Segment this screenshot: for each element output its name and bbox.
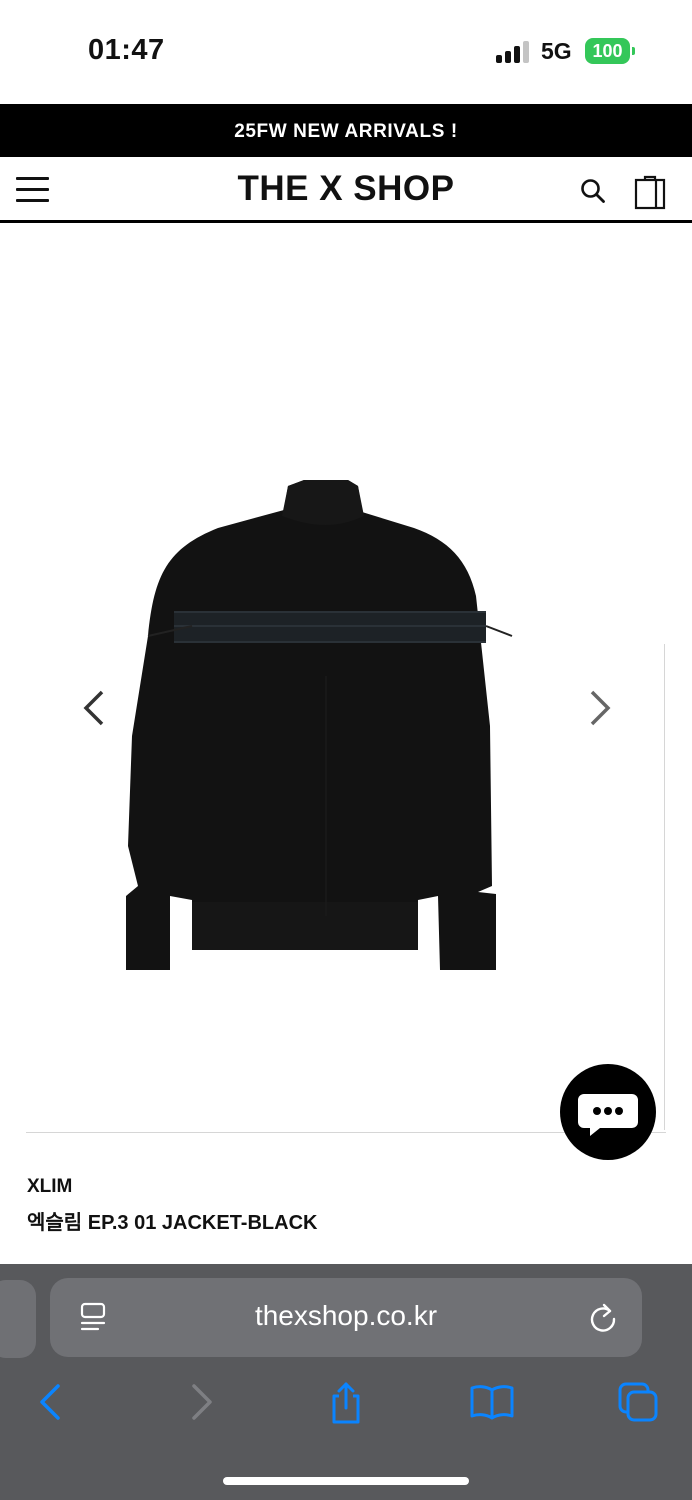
product-brand[interactable]: XLIM (27, 1176, 72, 1198)
product-image (126, 480, 513, 970)
status-time: 01:47 (88, 34, 165, 66)
site-header: THE X SHOP (0, 157, 692, 223)
chevron-left-icon (83, 690, 104, 726)
url-text: thexshop.co.kr (254, 1300, 438, 1331)
chat-bubble-icon (578, 1094, 638, 1136)
gallery-prev-button[interactable] (80, 688, 110, 728)
back-icon[interactable] (28, 1380, 76, 1424)
shopping-bag-icon (634, 175, 666, 210)
bookmarks-icon[interactable] (468, 1380, 516, 1424)
chat-button[interactable] (560, 1064, 656, 1160)
announcement-text: 25FW NEW ARRIVALS ! (234, 121, 458, 142)
cart-button[interactable] (634, 174, 666, 210)
address-bar[interactable]: thexshop.co.kr (50, 1278, 642, 1357)
signal-icon (496, 41, 532, 63)
tabs-icon[interactable] (614, 1380, 662, 1424)
battery-indicator: 100 (585, 38, 635, 64)
chevron-right-icon (590, 690, 611, 726)
announcement-bar[interactable]: 25FW NEW ARRIVALS ! (0, 104, 692, 157)
share-icon[interactable] (322, 1380, 370, 1424)
browser-toolbar: thexshop.co.kr (0, 1264, 692, 1500)
home-indicator[interactable] (223, 1477, 469, 1485)
forward-icon[interactable] (178, 1380, 226, 1424)
status-bar: 01:47 5G 100 (0, 0, 692, 104)
product-name: 엑슬림 EP.3 01 JACKET-BLACK (27, 1212, 318, 1234)
search-button[interactable] (580, 178, 606, 204)
gallery-edge (664, 644, 665, 1130)
search-icon (581, 179, 605, 203)
network-label: 5G (541, 38, 572, 64)
previous-tab-preview[interactable] (0, 1280, 36, 1358)
gallery-next-button[interactable] (584, 688, 614, 728)
reload-icon[interactable] (588, 1300, 618, 1334)
product-gallery[interactable] (0, 226, 692, 1136)
